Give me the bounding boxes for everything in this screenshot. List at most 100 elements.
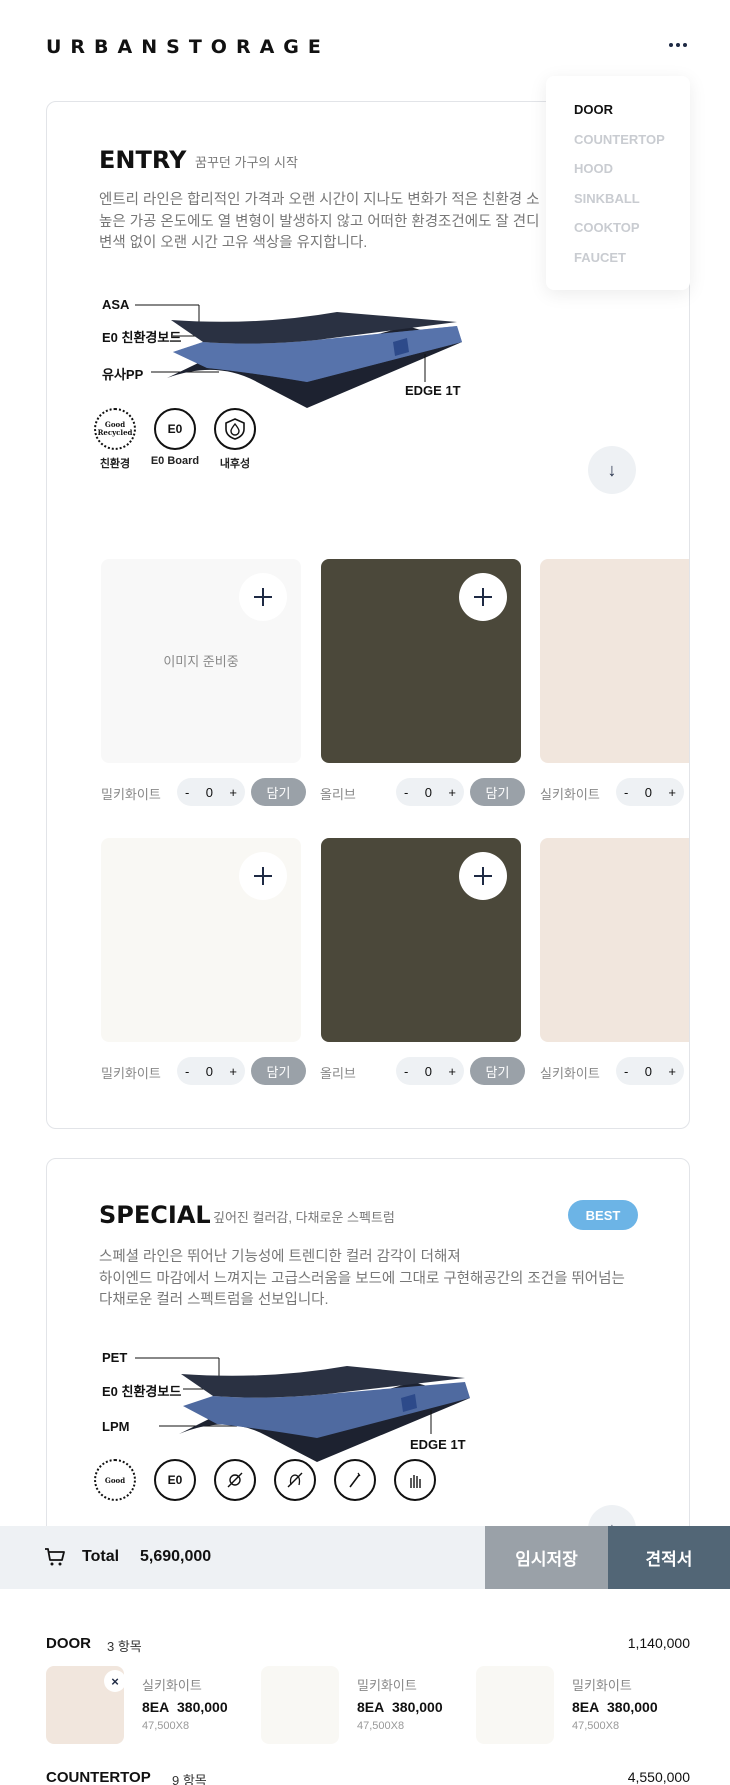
- summary-group-countertop: COUNTERTOP 9 항목 4,550,000: [46, 1769, 690, 1785]
- quantity-value: 0: [424, 1063, 432, 1079]
- quantity-value: 0: [205, 784, 213, 800]
- product-tile[interactable]: [101, 838, 301, 1042]
- cert-eco: Good: [85, 1459, 145, 1501]
- menu-item-door[interactable]: DOOR: [574, 102, 690, 132]
- group-count: 9 항목: [172, 1773, 207, 1785]
- decrement-button[interactable]: -: [624, 785, 628, 800]
- increment-button[interactable]: +: [448, 1064, 456, 1079]
- layer-diagram: [135, 1357, 470, 1462]
- antibacterial-icon: [214, 1459, 256, 1501]
- cert-touch: [385, 1459, 445, 1501]
- quantity-stepper: - 0 +: [396, 1057, 464, 1085]
- product-tile[interactable]: [540, 838, 689, 1042]
- decrement-button[interactable]: -: [185, 785, 189, 800]
- item-name: 실키화이트: [142, 1678, 202, 1693]
- item-qty-price: 8EA 380,000: [572, 1699, 658, 1715]
- more-menu-button[interactable]: [664, 34, 692, 56]
- summary-item: 밀키화이트 8EA 380,000 47,500X8: [261, 1666, 461, 1746]
- shield-drop-icon: [214, 408, 256, 450]
- add-to-cart-button[interactable]: 담기: [470, 1057, 525, 1085]
- category-dropdown: DOOR COUNTERTOP HOOD SINKBALL COOKTOP FA…: [546, 76, 690, 290]
- section-description: 스페셜 라인은 뛰어난 기능성에 트렌디한 컬러 감각이 더해져 하이엔드 마감…: [99, 1247, 669, 1312]
- quantity-value: 0: [205, 1063, 213, 1079]
- decrement-button[interactable]: -: [404, 1064, 408, 1079]
- add-to-cart-button[interactable]: 담기: [470, 778, 525, 806]
- quantity-stepper: - 0 +: [396, 778, 464, 806]
- increment-button[interactable]: +: [448, 785, 456, 800]
- desc-line: 스페셜 라인은 뛰어난 기능성에 트렌디한 컬러 감각이 더해져: [99, 1249, 461, 1265]
- section-title: ENTRY: [99, 146, 187, 174]
- option-row: 실키화이트 - 0 +: [540, 778, 689, 808]
- summary-item: 밀키화이트 8EA 380,000 47,500X8: [476, 1666, 676, 1746]
- good-recycled-icon: Good Recycled: [94, 408, 136, 450]
- option-name: 밀키화이트: [101, 1066, 161, 1081]
- desc-line: 다채로운 컬러 스펙트럼을 선보입니다.: [99, 1292, 329, 1308]
- option-row: 올리브 - 0 + 담기: [320, 778, 526, 808]
- item-name: 밀키화이트: [357, 1678, 417, 1693]
- cert-antibacterial: [205, 1459, 265, 1501]
- add-plus-button[interactable]: [459, 852, 507, 900]
- group-total: 4,550,000: [627, 1769, 690, 1785]
- menu-item-faucet[interactable]: FAUCET: [574, 250, 690, 280]
- product-tile[interactable]: [540, 559, 689, 763]
- item-name: 밀키화이트: [572, 1678, 632, 1693]
- decrement-button[interactable]: -: [404, 785, 408, 800]
- remove-item-button[interactable]: ×: [104, 1670, 126, 1692]
- item-qty-price: 8EA 380,000: [357, 1699, 443, 1715]
- group-count: 3 항목: [107, 1639, 142, 1654]
- e0-icon: E0: [154, 1459, 196, 1501]
- option-name: 밀키화이트: [101, 787, 161, 802]
- expand-down-button[interactable]: ↓: [588, 446, 636, 494]
- more-dot: [676, 43, 680, 47]
- layer-diagram: [135, 304, 462, 408]
- option-name: 올리브: [320, 1066, 356, 1081]
- menu-item-hood[interactable]: HOOD: [574, 161, 690, 191]
- cert-clean: [325, 1459, 385, 1501]
- item-calc: 47,500X8: [572, 1720, 620, 1732]
- product-tile[interactable]: [321, 559, 521, 763]
- e0-icon: E0: [154, 408, 196, 450]
- increment-button[interactable]: +: [668, 1064, 676, 1079]
- desc-line: 하이엔드 마감에서 느껴지는 고급스러움을 보드에 그대로 구현해공간의 조건을…: [99, 1270, 625, 1287]
- increment-button[interactable]: +: [668, 785, 676, 800]
- quote-button[interactable]: 견적서: [608, 1526, 730, 1589]
- item-qty: 8EA: [142, 1699, 170, 1715]
- option-name: 실키화이트: [540, 787, 600, 802]
- cert-eco: Good Recycled 친환경: [85, 408, 145, 471]
- product-tile[interactable]: [321, 838, 521, 1042]
- more-dots-icon: [669, 43, 673, 47]
- option-row: 올리브 - 0 + 담기: [320, 1057, 526, 1087]
- cart-bar: Total 5,690,000 임시저장 견적서: [0, 1526, 730, 1589]
- menu-item-countertop[interactable]: COUNTERTOP: [574, 132, 690, 162]
- increment-button[interactable]: +: [229, 785, 237, 800]
- add-plus-button[interactable]: [239, 573, 287, 621]
- add-to-cart-button[interactable]: 담기: [251, 1057, 306, 1085]
- image-placeholder-text: 이미지 준비중: [163, 654, 239, 669]
- quantity-value: 0: [644, 1063, 652, 1079]
- total-label: Total: [82, 1548, 120, 1565]
- menu-item-cooktop[interactable]: COOKTOP: [574, 220, 690, 250]
- add-plus-button[interactable]: [239, 852, 287, 900]
- group-name: DOOR: [46, 1635, 91, 1652]
- item-qty-price: 8EA 380,000: [142, 1699, 228, 1715]
- add-plus-button[interactable]: [459, 573, 507, 621]
- product-tile[interactable]: 이미지 준비중: [101, 559, 301, 763]
- quantity-value: 0: [424, 784, 432, 800]
- quantity-stepper: - 0 +: [177, 778, 245, 806]
- cert-e0: E0: [145, 1459, 205, 1501]
- brand-logo[interactable]: URBANSTORAGE: [46, 36, 330, 58]
- easy-clean-icon: [334, 1459, 376, 1501]
- menu-item-sinkball[interactable]: SINKBALL: [574, 191, 690, 221]
- cert-caption: 내후성: [219, 458, 251, 470]
- add-to-cart-button[interactable]: 담기: [251, 778, 306, 806]
- group-total: 1,140,000: [627, 1635, 690, 1651]
- decrement-button[interactable]: -: [624, 1064, 628, 1079]
- decrement-button[interactable]: -: [185, 1064, 189, 1079]
- option-name: 실키화이트: [540, 1066, 600, 1081]
- increment-button[interactable]: +: [229, 1064, 237, 1079]
- cart-icon: [45, 1548, 65, 1566]
- temp-save-button[interactable]: 임시저장: [485, 1526, 608, 1589]
- quantity-value: 0: [644, 784, 652, 800]
- item-thumbnail: [476, 1666, 554, 1744]
- section-subtitle: 꿈꾸던 가구의 시작: [195, 155, 298, 170]
